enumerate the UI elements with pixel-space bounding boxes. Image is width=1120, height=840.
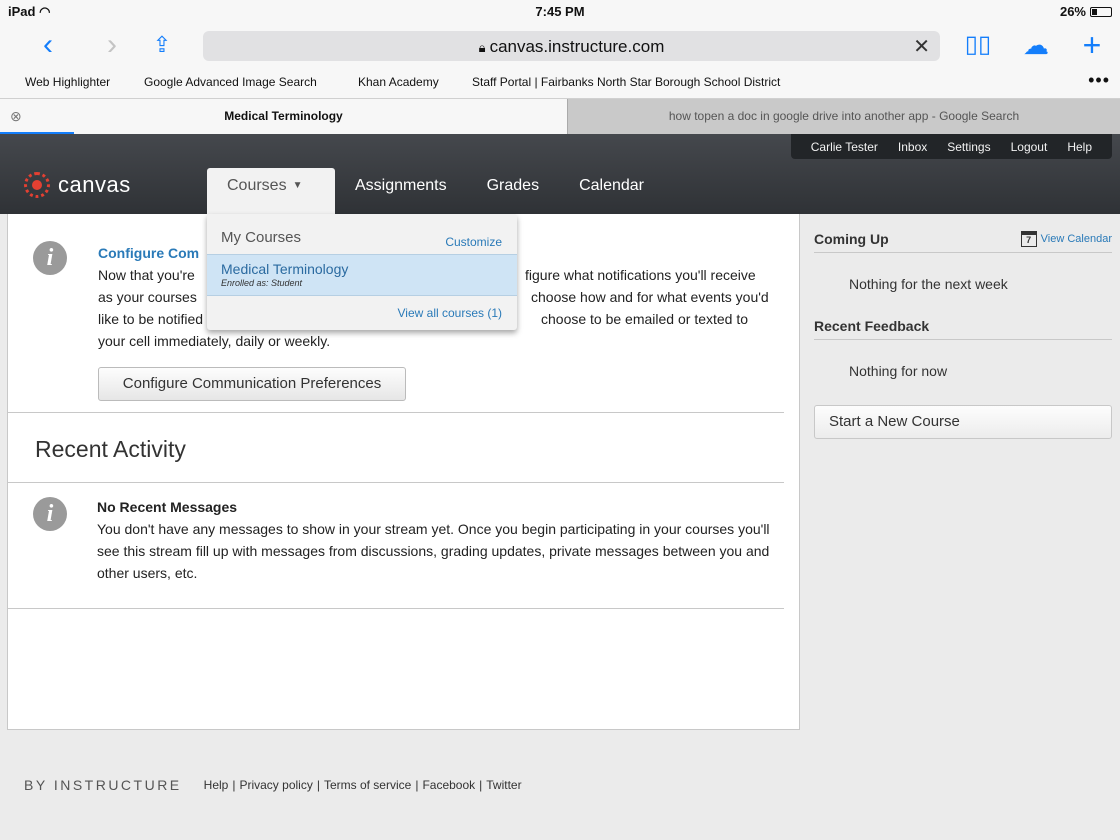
nav-courses[interactable]: Courses ▼ bbox=[207, 168, 335, 214]
bookmark-google-image-search[interactable]: Google Advanced Image Search bbox=[144, 75, 317, 89]
status-time: 7:45 PM bbox=[535, 4, 585, 19]
courses-dropdown: My Courses Customize Medical Terminology… bbox=[207, 214, 517, 330]
no-messages-title: No Recent Messages bbox=[97, 499, 238, 515]
no-messages-body: You don't have any messages to show in y… bbox=[97, 521, 770, 581]
customize-link[interactable]: Customize bbox=[445, 235, 502, 249]
coming-up-heading: Coming Up bbox=[814, 231, 889, 247]
back-icon[interactable]: ‹ bbox=[30, 26, 66, 64]
info-icon: i bbox=[33, 241, 67, 275]
canvas-logo-text: canvas bbox=[58, 172, 131, 197]
help-link[interactable]: Help bbox=[1057, 140, 1102, 154]
tab-medical-terminology[interactable]: ⊗ Medical Terminology bbox=[0, 99, 567, 135]
tab-bar: ⊗ Medical Terminology how topen a doc in… bbox=[0, 98, 1120, 135]
divider bbox=[814, 339, 1112, 340]
divider bbox=[8, 412, 784, 413]
coming-up-empty: Nothing for the next week bbox=[849, 276, 1008, 292]
view-all-courses-link[interactable]: View all courses (1) bbox=[398, 306, 502, 320]
configure-preferences-button[interactable]: Configure Communication Preferences bbox=[98, 367, 406, 401]
footer-facebook-link[interactable]: Facebook bbox=[422, 778, 475, 792]
nav-courses-label: Courses bbox=[227, 177, 287, 195]
close-tab-icon[interactable]: ⊗ bbox=[10, 99, 22, 133]
bookmark-khan-academy[interactable]: Khan Academy bbox=[358, 75, 439, 89]
footer-privacy-link[interactable]: Privacy policy bbox=[239, 778, 312, 792]
divider bbox=[8, 482, 784, 483]
divider bbox=[8, 608, 784, 609]
bookmark-web-highlighter[interactable]: Web Highlighter bbox=[25, 75, 110, 89]
nav-grades[interactable]: Grades bbox=[467, 168, 559, 214]
new-tab-icon[interactable]: + bbox=[1074, 26, 1110, 64]
canvas-logo-icon bbox=[24, 172, 50, 198]
user-nav: Carlie Tester Inbox Settings Logout Help bbox=[790, 134, 1112, 159]
nav-calendar[interactable]: Calendar bbox=[559, 168, 664, 214]
safari-toolbar: ‹ › ⇪ 🔒︎ canvas.instructure.com ✕ ▯▯ ☁︎ + bbox=[0, 22, 1120, 68]
my-courses-heading: My Courses bbox=[221, 229, 302, 246]
tab-google-search[interactable]: how topen a doc in google drive into ano… bbox=[567, 99, 1120, 135]
icloud-tabs-icon[interactable]: ☁︎ bbox=[1018, 26, 1054, 64]
recent-feedback-heading: Recent Feedback bbox=[814, 318, 930, 334]
canvas-header: Carlie Tester Inbox Settings Logout Help… bbox=[0, 134, 1120, 214]
lock-icon: 🔒︎ bbox=[478, 40, 486, 55]
footer-links: Help | Privacy policy | Terms of service | Fac… bbox=[203, 778, 522, 792]
view-calendar-link[interactable]: 7 View Calendar bbox=[1020, 231, 1112, 247]
bookmarks-book-icon[interactable]: ▯▯ bbox=[960, 26, 996, 64]
battery-status: 26% bbox=[1060, 4, 1112, 19]
footer-help-link[interactable]: Help bbox=[204, 778, 229, 792]
logout-link[interactable]: Logout bbox=[1001, 140, 1058, 154]
forward-icon[interactable]: › bbox=[94, 26, 130, 64]
info-icon: i bbox=[33, 497, 67, 531]
recent-feedback-empty: Nothing for now bbox=[849, 363, 948, 379]
main-nav: Courses ▼ Assignments Grades Calendar bbox=[207, 168, 664, 214]
view-calendar-label: View Calendar bbox=[1040, 233, 1112, 245]
settings-link[interactable]: Settings bbox=[937, 140, 1000, 154]
nav-assignments[interactable]: Assignments bbox=[335, 168, 467, 214]
start-new-course-button[interactable]: Start a New Course bbox=[814, 405, 1112, 439]
ios-status-bar: iPad ◠ 7:45 PM 26% bbox=[0, 0, 1120, 22]
bookmark-staff-portal[interactable]: Staff Portal | Fairbanks North Star Boro… bbox=[472, 75, 780, 89]
url-text: canvas.instructure.com bbox=[489, 37, 665, 56]
calendar-icon: 7 bbox=[1020, 231, 1037, 247]
footer: BY INSTRUCTURE Help | Privacy policy | Terms… bbox=[24, 777, 522, 793]
clear-url-icon[interactable]: ✕ bbox=[913, 34, 930, 59]
course-item-medical-terminology[interactable]: Medical Terminology Enrolled as: Student bbox=[207, 254, 517, 296]
divider bbox=[814, 252, 1112, 253]
bookmarks-bar: Web Highlighter Google Advanced Image Se… bbox=[0, 68, 1120, 98]
course-name: Medical Terminology bbox=[221, 261, 349, 277]
instructure-brand: BY INSTRUCTURE bbox=[24, 777, 182, 793]
footer-terms-link[interactable]: Terms of service bbox=[324, 778, 411, 792]
battery-icon bbox=[1090, 6, 1112, 17]
configure-title[interactable]: Configure Com bbox=[98, 245, 199, 261]
share-icon[interactable]: ⇪ bbox=[144, 26, 180, 64]
battery-percent: 26% bbox=[1059, 4, 1086, 19]
tab-label: Medical Terminology bbox=[224, 109, 343, 123]
recent-activity-heading: Recent Activity bbox=[35, 436, 186, 462]
user-name-link[interactable]: Carlie Tester bbox=[801, 140, 888, 154]
enrollment-role: Enrolled as: Student bbox=[221, 278, 303, 288]
address-bar[interactable]: 🔒︎ canvas.instructure.com ✕ bbox=[203, 31, 940, 61]
tab-label: how topen a doc in google drive into ano… bbox=[668, 109, 1020, 123]
canvas-logo[interactable]: canvas bbox=[24, 172, 131, 198]
footer-twitter-link[interactable]: Twitter bbox=[486, 778, 521, 792]
inbox-link[interactable]: Inbox bbox=[888, 140, 937, 154]
more-bookmarks-icon[interactable]: ••• bbox=[1088, 70, 1110, 91]
battery-fill bbox=[1092, 8, 1097, 15]
caret-down-icon: ▼ bbox=[292, 180, 303, 191]
